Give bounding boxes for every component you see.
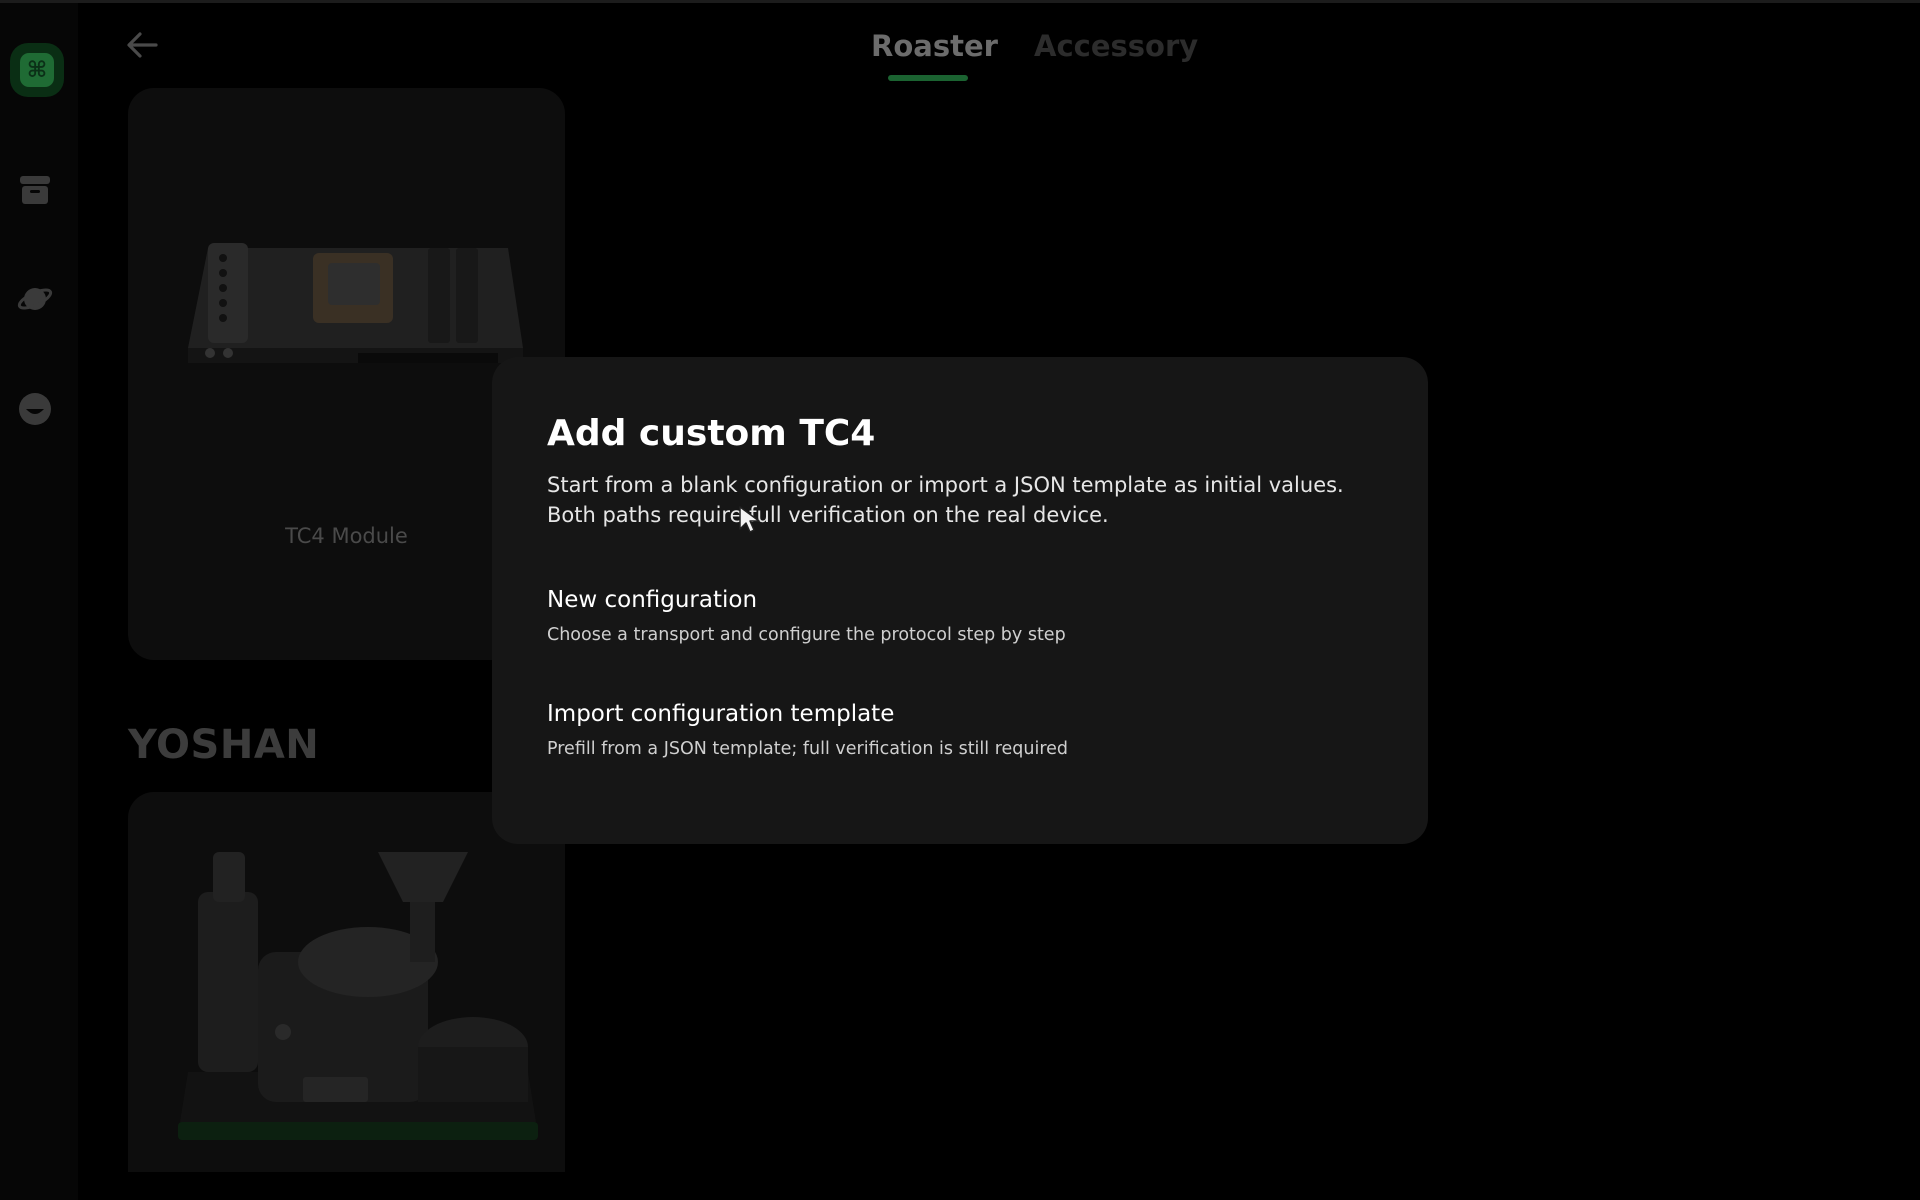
sidebar-item-profile[interactable]	[16, 390, 54, 428]
dialog-description: Start from a blank configuration or impo…	[547, 473, 1344, 527]
active-tab-indicator	[888, 75, 968, 81]
sidebar: ⌘	[0, 3, 78, 1200]
option-title: Import configuration template	[547, 701, 895, 727]
option-subtitle: Choose a transport and configure the pro…	[547, 625, 1066, 645]
command-icon: ⌘	[20, 53, 54, 87]
mouse-cursor-icon	[739, 506, 760, 533]
new-configuration-option[interactable]: New configuration Choose a transport and…	[528, 577, 1388, 661]
smiley-face-icon	[19, 393, 51, 425]
sidebar-item-archive[interactable]	[16, 171, 54, 209]
device-card-yoshan[interactable]	[128, 792, 565, 1172]
brand-heading: YOSHAN	[128, 722, 320, 768]
sidebar-item-explore[interactable]	[16, 280, 54, 318]
coffee-roaster-machine-image	[178, 852, 538, 1140]
dialog-title: Add custom TC4	[547, 413, 876, 454]
arrow-left-icon	[127, 32, 158, 58]
import-configuration-template-option[interactable]: Import configuration template Prefill fr…	[528, 691, 1388, 775]
back-button[interactable]	[122, 26, 162, 64]
sidebar-item-home[interactable]: ⌘	[10, 43, 64, 97]
planet-icon	[17, 288, 53, 310]
add-custom-tc4-dialog: Add custom TC4 Start from a blank config…	[492, 357, 1428, 844]
option-subtitle: Prefill from a JSON template; full verif…	[547, 739, 1069, 759]
option-title: New configuration	[547, 587, 758, 613]
tab-roaster[interactable]: Roaster	[871, 26, 998, 66]
tab-accessory[interactable]: Accessory	[1034, 26, 1198, 66]
window-top-edge	[0, 0, 1920, 3]
archive-box-icon	[20, 176, 50, 204]
